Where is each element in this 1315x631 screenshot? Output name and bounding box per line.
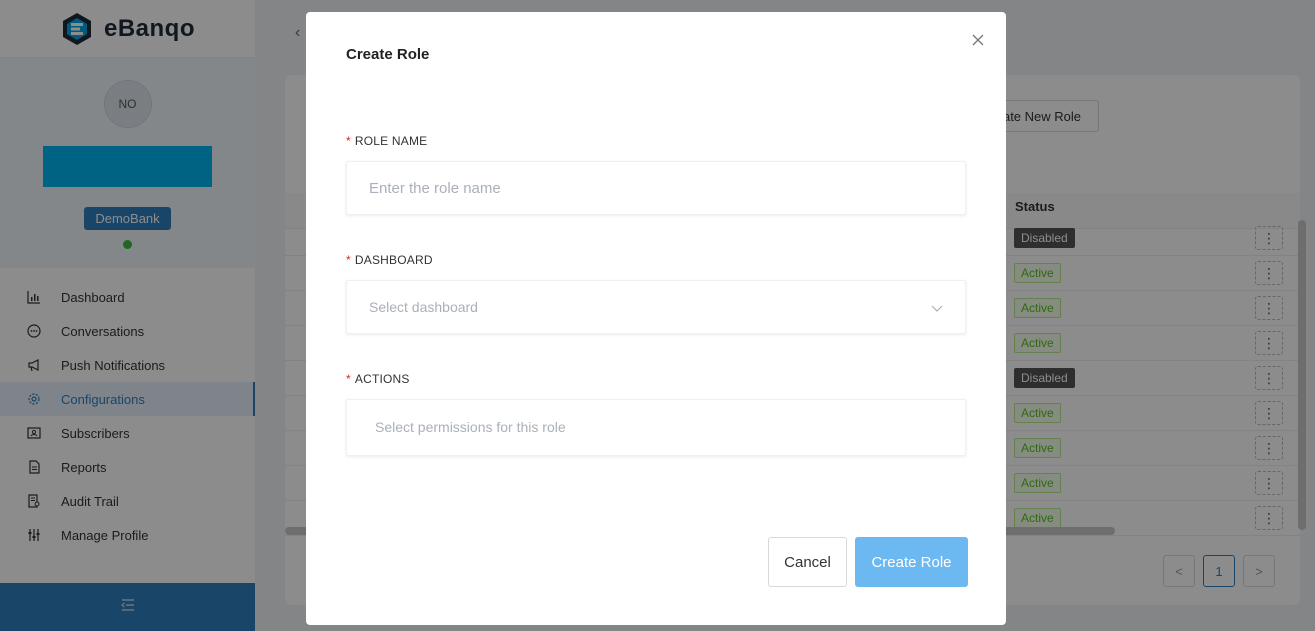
- dashboard-label: * DASHBOARD: [346, 253, 433, 267]
- actions-label-text: ACTIONS: [354, 372, 410, 386]
- role-name-label: * ROLE NAME: [346, 134, 427, 148]
- role-name-input[interactable]: [347, 162, 965, 214]
- actions-placeholder: Select permissions for this role: [375, 419, 566, 435]
- chevron-down-icon: [931, 301, 943, 313]
- close-icon[interactable]: [970, 32, 986, 48]
- dashboard-label-text: DASHBOARD: [354, 253, 433, 267]
- modal-title: Create Role: [346, 46, 430, 63]
- actions-label: * ACTIONS: [346, 372, 410, 386]
- required-marker: *: [346, 253, 351, 267]
- role-name-field-wrapper: [346, 161, 966, 215]
- create-role-modal: Create Role *ROLE NAME *DASHBOARD Select…: [306, 12, 1006, 625]
- dashboard-select-placeholder: Select dashboard: [369, 299, 478, 315]
- cancel-button[interactable]: Cancel: [768, 537, 847, 587]
- required-marker: *: [346, 134, 351, 148]
- actions-multiselect[interactable]: Select permissions for this role: [346, 399, 966, 456]
- role-name-label-text: ROLE NAME: [354, 134, 428, 148]
- required-marker: *: [346, 372, 351, 386]
- dashboard-select[interactable]: Select dashboard: [346, 280, 966, 334]
- create-role-button[interactable]: Create Role: [855, 537, 968, 587]
